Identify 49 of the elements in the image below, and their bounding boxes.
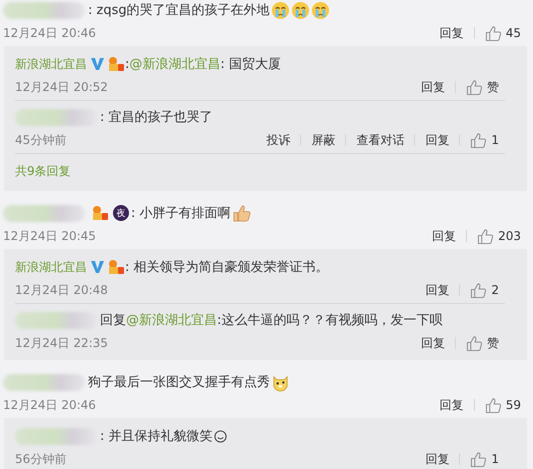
- thumbs-up-icon: [484, 24, 502, 42]
- like-button[interactable]: 45: [474, 24, 527, 42]
- comment-text: : 宜昌的孩子也哭了: [100, 109, 213, 126]
- comment-text: : zqsg的哭了宜昌的孩子在外地: [88, 0, 330, 20]
- comment-text: : 小胖子有排面啊: [131, 204, 251, 222]
- timestamp: 12月24日 20:46: [3, 24, 96, 42]
- timestamp: 12月24日 22:35: [15, 334, 108, 352]
- thumbs-up-icon: [470, 282, 488, 298]
- timestamp: 56分钟前: [15, 450, 66, 468]
- action-link[interactable]: 投诉: [256, 132, 300, 148]
- crying-emoji-icon: [270, 0, 290, 20]
- like-button[interactable]: 203: [467, 226, 527, 246]
- comment-text: :@新浪湖北宜昌: 国贸大厦: [125, 55, 281, 73]
- timestamp: 12月24日 20:48: [15, 282, 108, 298]
- action-link[interactable]: 回复: [430, 396, 474, 414]
- thumbs-up-icon: [470, 132, 488, 148]
- thumbs-up-icon: [466, 78, 483, 96]
- action-link[interactable]: 回复: [411, 78, 455, 96]
- action-link[interactable]: 回复: [430, 24, 474, 42]
- crying-emoji-icon: [290, 0, 310, 20]
- comment-text: : 并且保持礼貌微笑: [100, 427, 227, 445]
- thumbs-up-icon: [470, 450, 488, 468]
- action-link[interactable]: 查看对话: [346, 132, 414, 148]
- comment-text: 狗子最后一张图交叉握手有点秀: [88, 372, 290, 392]
- action-link[interactable]: 回复: [415, 450, 460, 468]
- timestamp: 12月24日 20:52: [15, 78, 108, 96]
- comment-text: : 相关领导为简自豪颁发荣誉证书。: [125, 259, 329, 276]
- crying-emoji-icon: [310, 0, 330, 20]
- like-button[interactable]: 赞: [456, 334, 505, 352]
- action-link[interactable]: 回复: [422, 228, 466, 244]
- like-button[interactable]: 2: [460, 280, 505, 300]
- thumbs-up-icon: [477, 228, 494, 244]
- like-button[interactable]: 1: [460, 450, 505, 468]
- like-button[interactable]: 59: [474, 396, 527, 414]
- like-button[interactable]: 赞: [456, 78, 505, 96]
- thumbs-up-icon: [484, 396, 502, 414]
- thumbs-up-emoji-icon: [232, 204, 251, 222]
- smiley-icon: [214, 430, 227, 442]
- comment-text: 回复@新浪湖北宜昌:这么牛逼的吗？？有视频吗，发一下呗: [100, 311, 442, 329]
- action-link[interactable]: 回复: [415, 132, 460, 148]
- thumbs-up-icon: [466, 334, 483, 352]
- action-link[interactable]: 回复: [415, 282, 460, 298]
- like-button[interactable]: 1: [460, 130, 505, 150]
- timestamp: 45分钟前: [15, 132, 66, 148]
- timestamp: 12月24日 20:46: [3, 396, 96, 414]
- timestamp: 12月24日 20:45: [3, 228, 96, 244]
- badge: 夜: [113, 205, 129, 221]
- action-link[interactable]: 回复: [411, 334, 455, 352]
- action-link[interactable]: 屏蔽: [301, 132, 346, 148]
